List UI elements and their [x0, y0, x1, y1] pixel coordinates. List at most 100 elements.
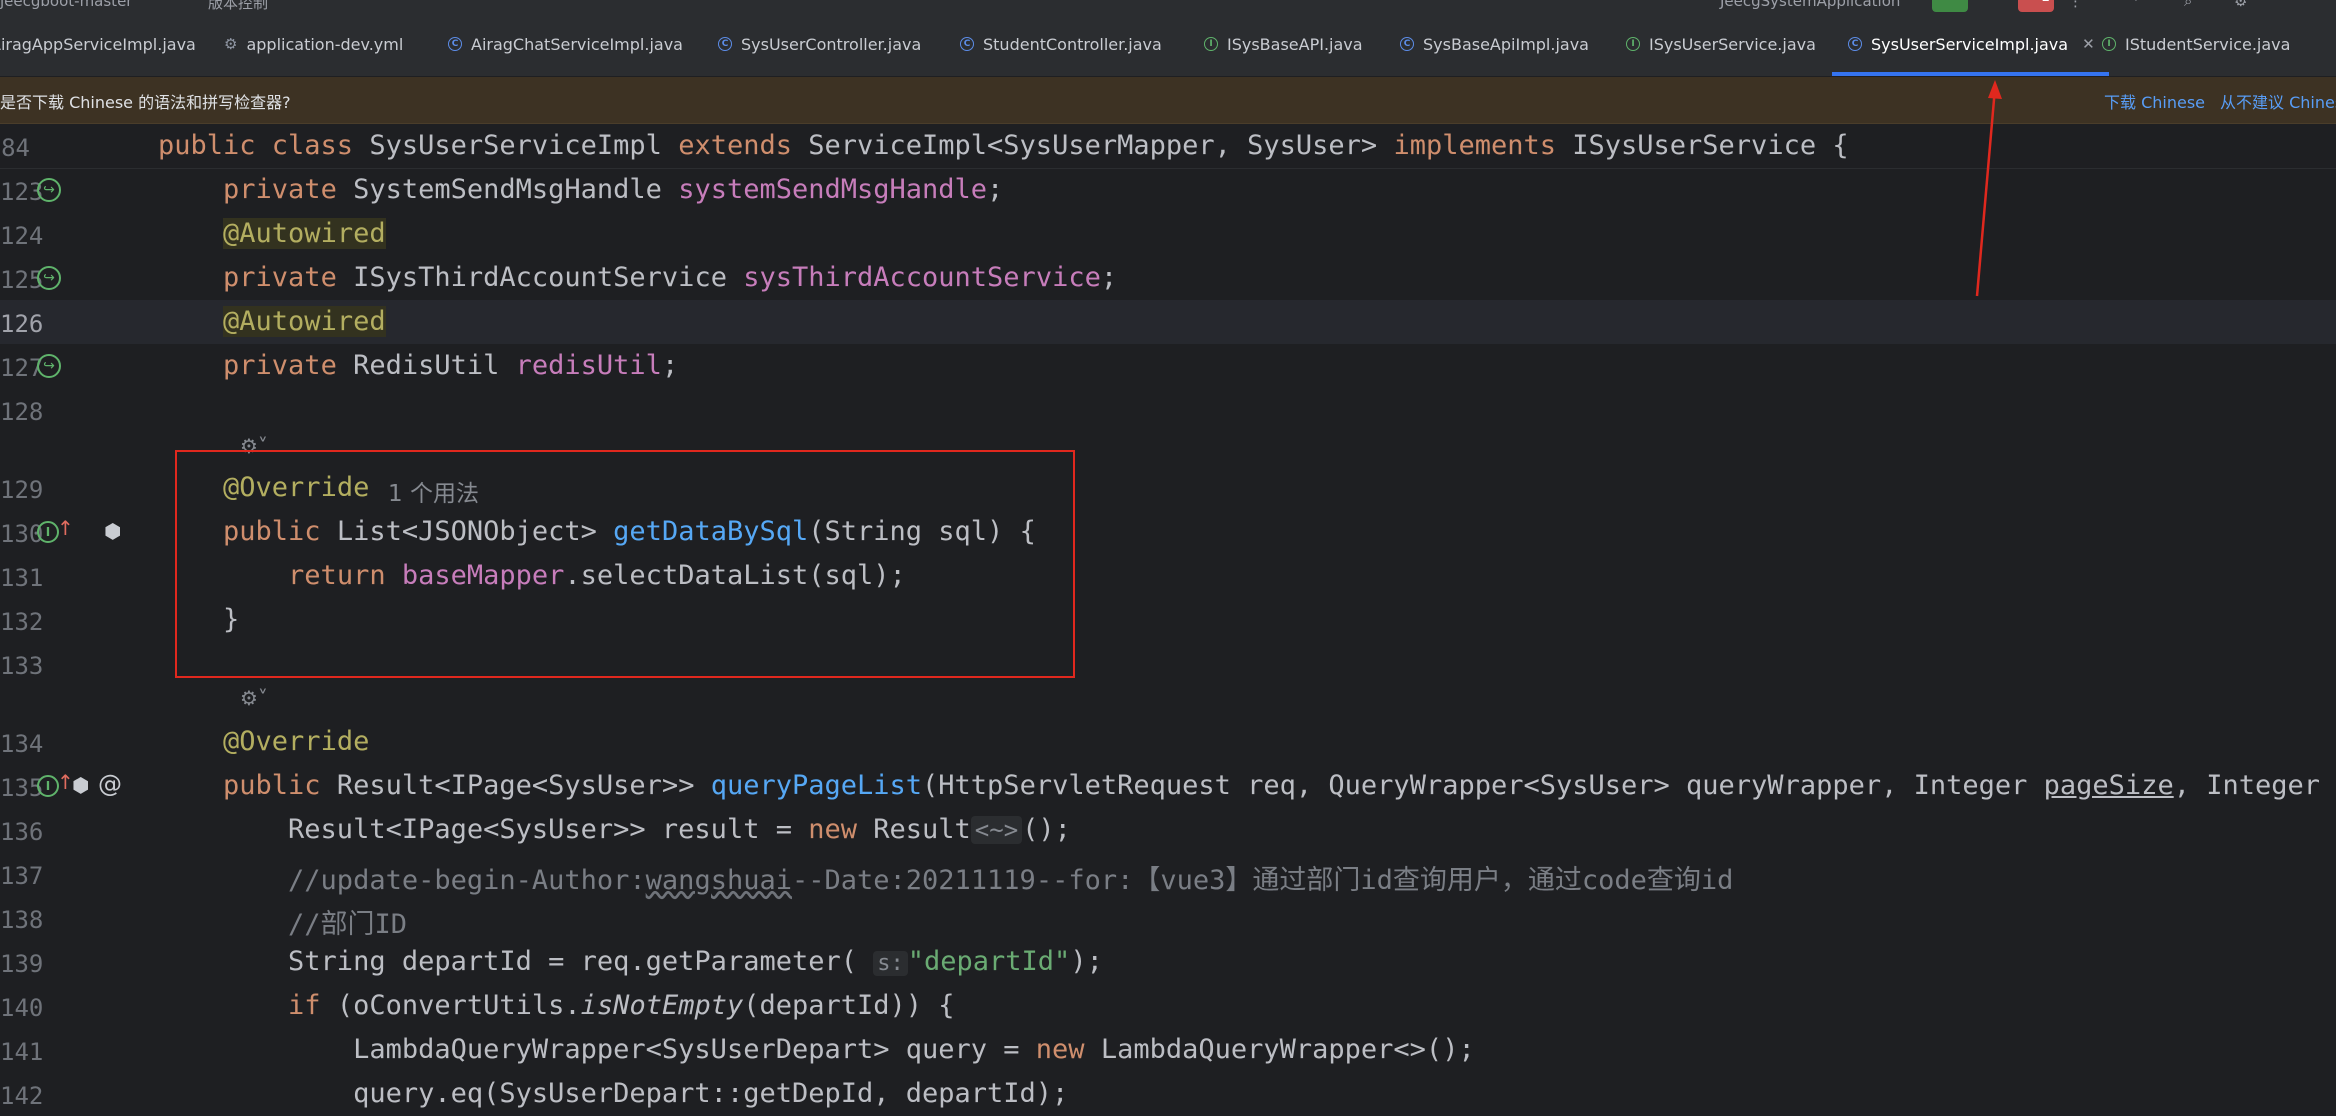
- line-number: 137: [0, 862, 44, 890]
- bean-navigation-icon[interactable]: ↪: [37, 266, 61, 290]
- class-file-icon: C: [1848, 37, 1862, 51]
- bean-navigation-icon[interactable]: ↪: [37, 354, 61, 378]
- code-line[interactable]: 128: [0, 388, 2336, 432]
- bean-navigation-icon[interactable]: ↪: [37, 178, 61, 202]
- line-number: 125: [0, 266, 44, 294]
- download-chinese-link[interactable]: 下载 Chinese: [2104, 89, 2205, 113]
- debug-button[interactable]: [1984, 0, 2008, 12]
- tab-label: StudentController.java: [983, 34, 1162, 54]
- implements-method-icon[interactable]: I: [37, 775, 59, 797]
- never-suggest-link[interactable]: 从不建议 Chinese: [2220, 89, 2336, 113]
- implements-method-icon[interactable]: I: [37, 521, 59, 543]
- tab-airag-chat-service-impl[interactable]: C AiragChatServiceImpl.java: [448, 12, 683, 76]
- vcs-widget[interactable]: 版本控制: [208, 0, 268, 12]
- tab-student-controller[interactable]: C StudentController.java: [960, 12, 1162, 76]
- close-tab-icon[interactable]: ✕: [2082, 35, 2095, 53]
- project-name[interactable]: jeecgboot-master: [0, 0, 132, 10]
- class-file-icon: C: [718, 37, 732, 51]
- notification-message: 是否下载 Chinese 的语法和拼写检查器?: [0, 93, 291, 112]
- tab-label: SysUserServiceImpl.java: [1871, 34, 2069, 54]
- tab-airag-app-service-impl[interactable]: AiragAppServiceImpl.java: [0, 12, 196, 76]
- request-mapping-icon[interactable]: @: [98, 770, 122, 798]
- mapper-navigation-icon[interactable]: ⬢: [72, 773, 89, 797]
- line-number: 140: [0, 994, 44, 1022]
- code-line-current[interactable]: 126 @Autowired: [0, 300, 2336, 344]
- ai-assistant-icon[interactable]: ⚙˅: [240, 686, 268, 710]
- class-file-icon: C: [1400, 37, 1414, 51]
- problems-badge[interactable]: 2: [2018, 0, 2054, 12]
- code-line[interactable]: 123 ↪ private SystemSendMsgHandle system…: [0, 168, 2336, 212]
- code-text: public Result<IPage<SysUser>> queryPageL…: [223, 770, 2321, 801]
- code-text: //部门ID: [158, 909, 408, 940]
- run-config-selector[interactable]: JeecgSystemApplication: [1720, 0, 1900, 10]
- tab-label: AiragAppServiceImpl.java: [0, 34, 196, 54]
- title-bar: jeecgboot-master 版本控制 JeecgSystemApplica…: [0, 0, 2336, 12]
- code-line[interactable]: 138 //部门ID: [0, 896, 2336, 940]
- line-number: 126: [0, 310, 44, 338]
- tab-istudent-service[interactable]: I IStudentService.java: [2102, 12, 2290, 76]
- line-number: 84: [1, 134, 30, 162]
- code-line[interactable]: 140 if (oConvertUtils.isNotEmpty(departI…: [0, 984, 2336, 1028]
- class-file-icon: C: [448, 37, 462, 51]
- code-line[interactable]: 135 I ↑ ⬢ @ public Result<IPage<SysUser>…: [0, 764, 2336, 808]
- code-text: private SystemSendMsgHandle systemSendMs…: [223, 174, 1004, 205]
- code-text: @Override: [223, 726, 370, 757]
- tab-label: ISysUserService.java: [1649, 34, 1816, 54]
- line-number: 130: [0, 520, 44, 548]
- class-declaration: public class SysUserServiceImpl extends …: [158, 130, 1849, 161]
- line-number: 133: [0, 652, 44, 680]
- code-line[interactable]: 137 //update-begin-Author:wangshuai--Dat…: [0, 852, 2336, 896]
- tab-label: SysBaseApiImpl.java: [1423, 34, 1589, 54]
- mapper-navigation-icon[interactable]: ⬢: [104, 519, 121, 543]
- tab-label: application-dev.yml: [246, 34, 404, 54]
- tab-label: IStudentService.java: [2125, 34, 2291, 54]
- code-line[interactable]: 124 @Autowired: [0, 212, 2336, 256]
- run-button[interactable]: [1932, 0, 1968, 12]
- code-line[interactable]: 136 Result<IPage<SysUser>> result = new …: [0, 808, 2336, 852]
- line-number: 134: [0, 730, 44, 758]
- tab-label: ISysBaseAPI.java: [1227, 34, 1363, 54]
- code-line[interactable]: 142 query.eq(SysUserDepart::getDepId, de…: [0, 1072, 2336, 1116]
- interface-file-icon: I: [1626, 37, 1640, 51]
- line-number: 132: [0, 608, 44, 636]
- line-number: 138: [0, 906, 44, 934]
- code-text: @Autowired: [223, 306, 386, 337]
- line-number: 142: [0, 1082, 44, 1110]
- code-text: @Autowired: [223, 218, 386, 249]
- tab-isys-base-api[interactable]: I ISysBaseAPI.java: [1204, 12, 1363, 76]
- code-line[interactable]: 134 @Override: [0, 720, 2336, 764]
- search-icon[interactable]: ⌕: [2184, 0, 2192, 10]
- code-text: //update-begin-Author:wangshuai--Date:20…: [158, 865, 1734, 896]
- code-text: LambdaQueryWrapper<SysUserDepart> query …: [158, 1034, 1475, 1065]
- tab-application-dev-yml[interactable]: ⚙ application-dev.yml: [224, 12, 403, 76]
- line-number: 141: [0, 1038, 44, 1066]
- tab-isys-user-service[interactable]: I ISysUserService.java: [1626, 12, 1816, 76]
- code-text: if (oConvertUtils.isNotEmpty(departId)) …: [288, 990, 955, 1021]
- tab-sys-user-service-impl[interactable]: C SysUserServiceImpl.java ✕: [1832, 12, 2109, 76]
- line-number: 135: [0, 774, 44, 802]
- code-text: private ISysThirdAccountService sysThird…: [223, 262, 1118, 293]
- line-number: 129: [0, 476, 44, 504]
- line-number: 128: [0, 398, 44, 426]
- line-number: 124: [0, 222, 44, 250]
- tab-sys-user-controller[interactable]: C SysUserController.java: [718, 12, 921, 76]
- line-number: 136: [0, 818, 44, 846]
- add-user-icon[interactable]: ⁺: [2132, 0, 2140, 10]
- code-text: Result<IPage<SysUser>> result = new Resu…: [158, 814, 1071, 845]
- interface-file-icon: I: [2102, 37, 2116, 51]
- code-line[interactable]: 127 ↪ private RedisUtil redisUtil;: [0, 344, 2336, 388]
- sticky-class-header[interactable]: 84 public class SysUserServiceImpl exten…: [0, 124, 2336, 169]
- editor-tab-bar: AiragAppServiceImpl.java ⚙ application-d…: [0, 12, 2336, 77]
- code-line[interactable]: 139 String departId = req.getParameter( …: [0, 940, 2336, 984]
- more-icon[interactable]: ⋮: [2068, 0, 2083, 10]
- code-line[interactable]: 141 LambdaQueryWrapper<SysUserDepart> qu…: [0, 1028, 2336, 1072]
- code-line[interactable]: 125 ↪ private ISysThirdAccountService sy…: [0, 256, 2336, 300]
- line-number: 131: [0, 564, 44, 592]
- tab-sys-base-api-impl[interactable]: C SysBaseApiImpl.java: [1400, 12, 1589, 76]
- tab-label: SysUserController.java: [741, 34, 922, 54]
- settings-icon[interactable]: ⚙: [2234, 0, 2247, 10]
- interface-file-icon: I: [1204, 37, 1218, 51]
- go-to-super-icon[interactable]: ↑: [57, 516, 74, 540]
- line-number: 123: [0, 178, 44, 206]
- yml-file-icon: ⚙: [224, 35, 238, 53]
